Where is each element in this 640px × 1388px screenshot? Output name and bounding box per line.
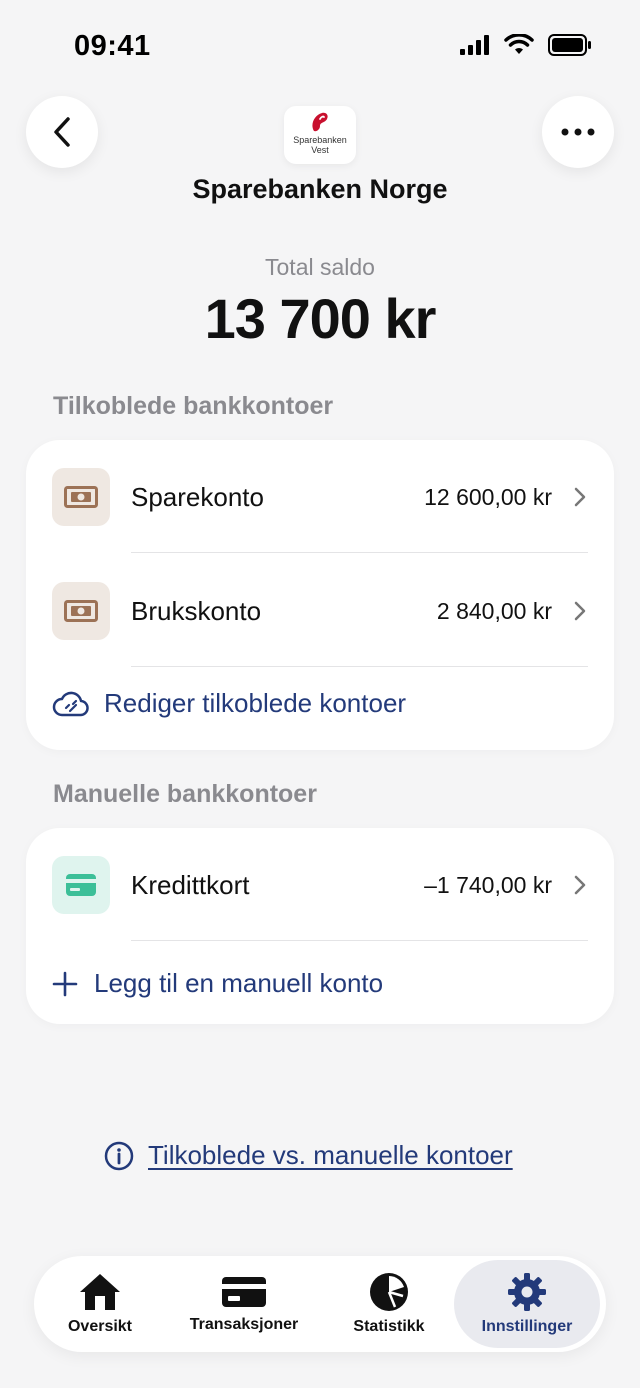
edit-connected-accounts-label: Rediger tilkoblede kontoer <box>104 688 407 718</box>
more-dots-icon <box>561 128 595 136</box>
card-icon <box>222 1277 266 1307</box>
account-row-sparekonto[interactable]: Sparekonto 12 600,00 kr <box>26 440 614 554</box>
add-manual-account-button[interactable]: Legg til en manuell konto <box>52 968 383 999</box>
chevron-right-icon <box>574 874 588 896</box>
status-bar: 09:41 <box>0 0 640 90</box>
bank-logo-mark-icon <box>312 112 328 132</box>
account-amount: 2 840,00 kr <box>436 597 552 624</box>
info-icon <box>104 1141 134 1170</box>
tab-label: Innstillinger <box>481 1318 573 1335</box>
signal-icon <box>460 35 489 55</box>
account-row-brukskonto[interactable]: Brukskonto 2 840,00 kr <box>26 554 614 668</box>
bottom-tab-bar: Oversikt Transaksjoner Statistikk Innsti… <box>34 1256 606 1352</box>
chevron-left-icon <box>54 117 70 147</box>
account-name: Brukskonto <box>131 595 262 626</box>
total-balance-label: Total saldo <box>265 254 375 280</box>
tab-label: Statistikk <box>353 1318 425 1335</box>
manual-accounts-title: Manuelle bankkontoer <box>53 780 317 808</box>
accounts-info-link[interactable]: Tilkoblede vs. manuelle kontoer <box>104 1140 513 1171</box>
bank-logo-text-line1: Sparebanken <box>293 135 347 145</box>
battery-icon <box>548 34 591 56</box>
account-name: Kredittkort <box>131 869 250 900</box>
account-name: Sparekonto <box>131 481 264 512</box>
account-row-kredittkort[interactable]: Kredittkort –1 740,00 kr <box>26 828 614 942</box>
tab-label: Transaksjoner <box>189 1316 299 1333</box>
total-balance-value: 13 700 kr <box>204 287 437 350</box>
tab-statistikk[interactable]: Statistikk <box>344 1256 434 1352</box>
connected-accounts-title: Tilkoblede bankkontoer <box>53 392 334 420</box>
divider <box>131 940 588 941</box>
connected-accounts-card: Sparekonto 12 600,00 kr Brukskonto 2 840… <box>26 440 614 750</box>
home-icon <box>80 1274 120 1310</box>
account-amount: 12 600,00 kr <box>424 483 552 510</box>
status-time: 09:41 <box>74 30 151 62</box>
edit-connected-accounts-button[interactable]: Rediger tilkoblede kontoer <box>52 688 406 719</box>
bank-logo: Sparebanken Vest <box>284 106 356 164</box>
banknote-icon <box>52 582 110 640</box>
account-amount: –1 740,00 kr <box>424 871 552 898</box>
credit-card-icon <box>52 856 110 914</box>
back-button[interactable] <box>26 96 98 168</box>
tab-innstillinger[interactable]: Innstillinger <box>454 1260 600 1348</box>
status-icons <box>460 34 592 56</box>
divider <box>131 666 588 667</box>
pie-chart-icon <box>370 1273 408 1311</box>
bank-logo-text-line2: Vest <box>311 145 329 155</box>
divider <box>131 552 588 553</box>
cloud-link-icon <box>52 691 89 716</box>
chevron-right-icon <box>574 600 588 622</box>
gear-icon <box>508 1273 546 1311</box>
more-options-button[interactable] <box>542 96 614 168</box>
accounts-info-link-label: Tilkoblede vs. manuelle kontoer <box>148 1140 513 1170</box>
manual-accounts-card: Kredittkort –1 740,00 kr Legg til en man… <box>26 828 614 1024</box>
tab-label: Oversikt <box>67 1318 133 1335</box>
banknote-icon <box>52 468 110 526</box>
wifi-icon <box>504 34 534 54</box>
tab-transaksjoner[interactable]: Transaksjoner <box>184 1256 304 1352</box>
plus-icon <box>52 971 78 996</box>
page-title: Sparebanken Norge <box>192 174 448 204</box>
tab-oversikt[interactable]: Oversikt <box>60 1256 140 1352</box>
add-manual-account-label: Legg til en manuell konto <box>94 968 384 998</box>
chevron-right-icon <box>574 486 588 508</box>
